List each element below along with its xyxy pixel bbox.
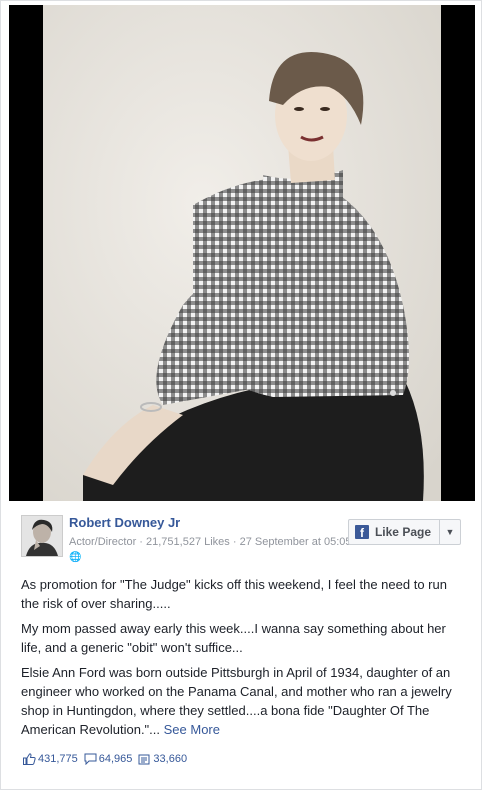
post-paragraph-2: My mom passed away early this week....I … — [21, 621, 446, 655]
chevron-down-icon[interactable]: ▼ — [440, 520, 460, 544]
comments-count[interactable]: 64,965 — [84, 753, 133, 765]
post-stats: 431,775 64,965 33,660 — [23, 753, 193, 765]
post-header: Robert Downey Jr Actor/Director · 21,751… — [21, 511, 463, 567]
author-name-link[interactable]: Robert Downey Jr — [69, 515, 180, 530]
facebook-f-icon: f — [354, 525, 369, 539]
like-page-button-group: f Like Page ▼ — [347, 519, 461, 545]
facebook-post: Robert Downey Jr Actor/Director · 21,751… — [0, 0, 482, 790]
post-body: As promotion for "The Judge" kicks off t… — [21, 575, 467, 745]
shares-count-value: 33,660 — [153, 753, 188, 765]
globe-icon: 🌐 — [69, 552, 82, 563]
avatar[interactable] — [21, 515, 63, 557]
post-paragraph-3: Elsie Ann Ford was born outside Pittsbur… — [21, 663, 467, 739]
vintage-portrait-photo[interactable] — [43, 5, 441, 501]
meta-line: Actor/Director · 21,751,527 Likes · 27 S… — [69, 536, 359, 548]
post-meta: Actor/Director · 21,751,527 Likes · 27 S… — [69, 535, 359, 565]
post-photo-frame[interactable] — [9, 5, 475, 501]
comments-count-value: 64,965 — [98, 753, 133, 765]
see-more-link[interactable]: See More — [164, 722, 220, 737]
like-page-button[interactable]: f Like Page — [349, 520, 440, 544]
likes-count-value: 431,775 — [38, 753, 78, 765]
comment-icon — [84, 753, 97, 765]
thumbs-up-icon — [23, 753, 36, 765]
post-paragraph-1: As promotion for "The Judge" kicks off t… — [21, 577, 447, 611]
like-page-label: Like Page — [374, 525, 431, 539]
share-icon — [138, 754, 150, 765]
shares-count[interactable]: 33,660 — [138, 753, 187, 765]
post-paragraph-3-text: Elsie Ann Ford was born outside Pittsbur… — [21, 665, 452, 737]
likes-count[interactable]: 431,775 — [23, 753, 78, 765]
